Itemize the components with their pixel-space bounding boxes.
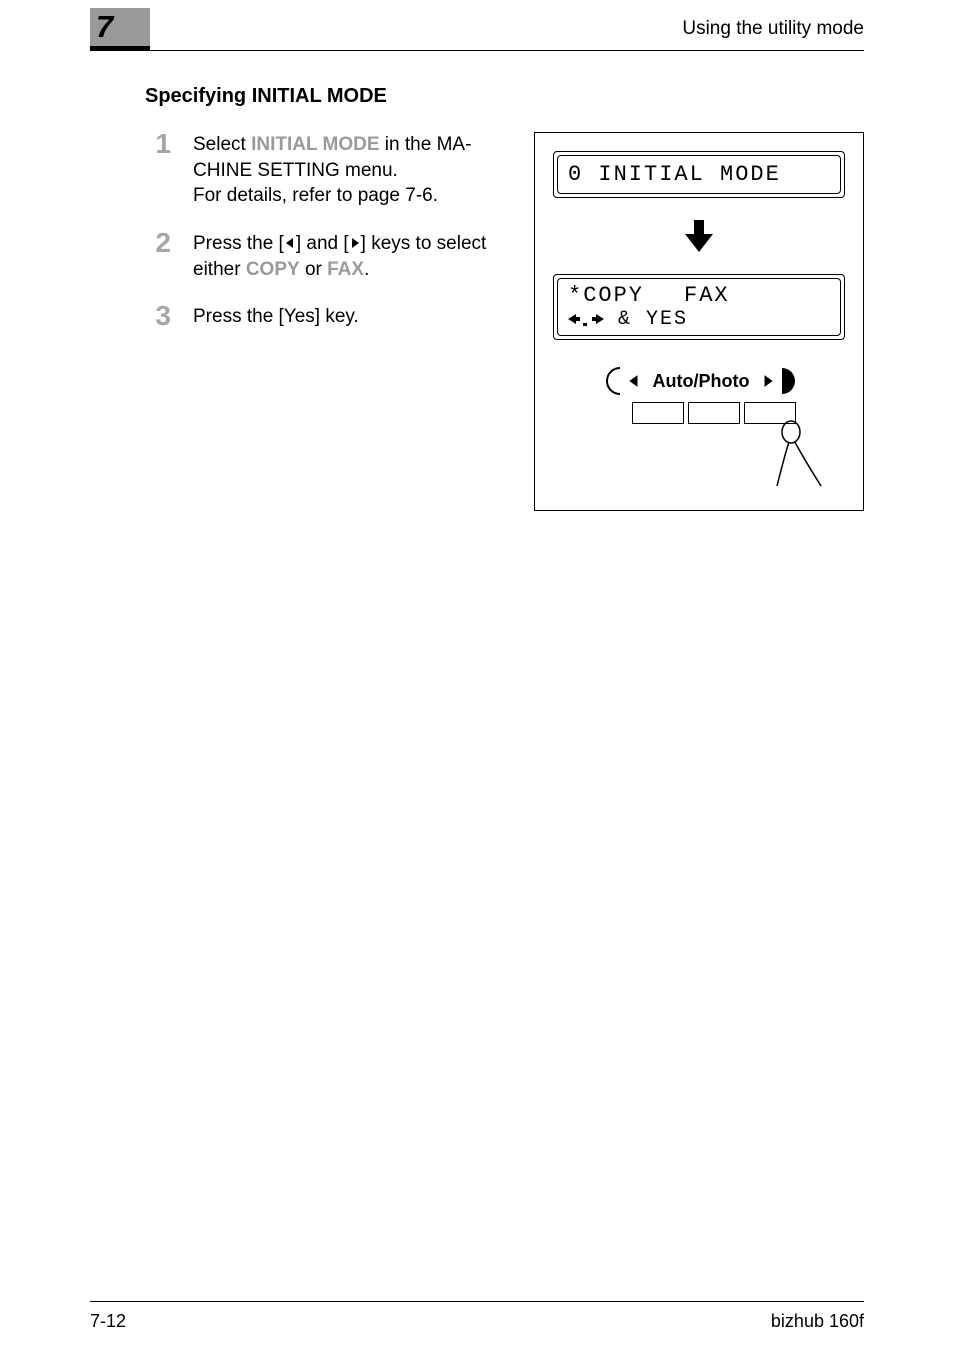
step-list: 1 Select INITIAL MODE in the MA­CHINE SE… (145, 132, 510, 352)
chapter-marker: 7 (90, 8, 150, 50)
device-screen-illustration: 0 INITIAL MODE *COPY FAX (534, 132, 864, 511)
down-arrow-icon (679, 216, 719, 256)
step-number: 3 (145, 302, 171, 330)
lcd-left-right-icon (568, 308, 618, 331)
auto-photo-control: Auto/Photo (553, 366, 845, 396)
keyword-fax: FAX (327, 259, 364, 280)
page-number: 7-12 (90, 1311, 126, 1332)
lcd-text: 0 INITIAL MODE (568, 162, 781, 187)
keyword-initial-mode: INITIAL MODE (251, 134, 379, 155)
text: or (300, 259, 327, 280)
text: . (364, 259, 369, 280)
lcd-screen-2: *COPY FAX & YES (553, 274, 845, 340)
step-3: 3 Press the [Yes] key. (145, 304, 510, 330)
text: ] and [ (296, 233, 349, 254)
product-name: bizhub 160f (771, 1311, 864, 1332)
section-heading: Specifying INITIAL MODE (145, 85, 864, 108)
keyword-copy: COPY (246, 259, 300, 280)
lcd-text-yes: & YES (618, 308, 688, 331)
half-circle-left-icon (603, 366, 621, 396)
left-key-button (632, 402, 684, 424)
header-rule (90, 50, 864, 51)
left-arrow-icon (627, 374, 641, 388)
half-circle-right-icon (781, 366, 795, 396)
page: 7 Using the utility mode Specifying INIT… (0, 0, 954, 1352)
text: Select (193, 134, 251, 155)
lcd-screen-1: 0 INITIAL MODE (553, 151, 845, 198)
left-arrow-icon (284, 237, 296, 249)
lcd-text-fax: FAX (684, 283, 730, 308)
center-key-button (688, 402, 740, 424)
step-text: Select INITIAL MODE in the MA­CHINE SETT… (193, 132, 510, 209)
running-header: Using the utility mode (682, 18, 864, 40)
text: For details, refer to page 7-6. (193, 185, 438, 206)
step-text: Press the [] and [] keys to select eithe… (193, 231, 510, 282)
text: Press the [ (193, 233, 284, 254)
right-arrow-icon (349, 237, 361, 249)
lcd-text-copy: *COPY (568, 283, 644, 308)
chapter-number: 7 (96, 9, 113, 45)
press-finger-illustration (553, 428, 845, 488)
right-arrow-icon (761, 374, 775, 388)
footer-rule (90, 1301, 864, 1302)
step-text: Press the [Yes] key. (193, 304, 510, 330)
auto-photo-label: Auto/Photo (653, 371, 750, 392)
step-2: 2 Press the [] and [] keys to select eit… (145, 231, 510, 282)
step-number: 1 (145, 130, 171, 158)
step-1: 1 Select INITIAL MODE in the MA­CHINE SE… (145, 132, 510, 209)
step-number: 2 (145, 229, 171, 257)
